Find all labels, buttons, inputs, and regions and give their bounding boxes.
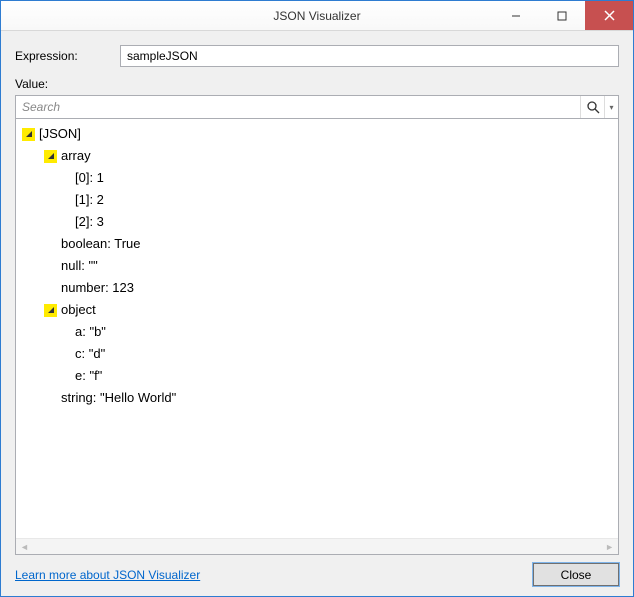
expander-icon[interactable] [44, 304, 57, 317]
expression-row: Expression: [15, 45, 619, 67]
content-area: Expression: Value: ▾ [JSON] array [ [1, 31, 633, 596]
scroll-left-icon: ◄ [20, 542, 29, 552]
tree-node-object[interactable]: object [22, 299, 612, 321]
minimize-button[interactable] [493, 1, 539, 30]
search-input[interactable] [16, 96, 580, 118]
expander-icon[interactable] [44, 150, 57, 163]
help-link[interactable]: Learn more about JSON Visualizer [15, 568, 200, 582]
value-label: Value: [15, 77, 619, 91]
tree-label: e: "f" [75, 365, 102, 387]
close-button[interactable]: Close [533, 563, 619, 586]
tree-label: array [61, 145, 91, 167]
tree-node-leaf[interactable]: string: "Hello World" [22, 387, 612, 409]
tree-label: null: "" [61, 255, 98, 277]
expander-icon[interactable] [22, 128, 35, 141]
tree-label: [0]: 1 [75, 167, 104, 189]
tree-label: number: 123 [61, 277, 134, 299]
json-visualizer-window: JSON Visualizer Expression: Value: ▾ [0, 0, 634, 597]
expression-input[interactable] [120, 45, 619, 67]
search-bar: ▾ [15, 95, 619, 119]
tree-node-leaf[interactable]: [0]: 1 [22, 167, 612, 189]
tree-node-leaf[interactable]: boolean: True [22, 233, 612, 255]
search-dropdown[interactable]: ▾ [604, 96, 618, 118]
maximize-button[interactable] [539, 1, 585, 30]
tree-node-leaf[interactable]: [2]: 3 [22, 211, 612, 233]
tree-node-array[interactable]: array [22, 145, 612, 167]
tree-label: [1]: 2 [75, 189, 104, 211]
search-button[interactable] [580, 96, 604, 118]
footer: Learn more about JSON Visualizer Close [15, 555, 619, 586]
titlebar: JSON Visualizer [1, 1, 633, 31]
tree-node-leaf[interactable]: e: "f" [22, 365, 612, 387]
tree-label: [2]: 3 [75, 211, 104, 233]
close-window-button[interactable] [585, 1, 633, 30]
horizontal-scrollbar[interactable]: ◄ ► [16, 538, 618, 554]
tree-label: object [61, 299, 96, 321]
tree-label: boolean: True [61, 233, 141, 255]
tree-node-root[interactable]: [JSON] [22, 123, 612, 145]
tree-node-leaf[interactable]: number: 123 [22, 277, 612, 299]
window-controls [493, 1, 633, 30]
tree-label: a: "b" [75, 321, 106, 343]
expression-label: Expression: [15, 49, 120, 63]
tree-node-leaf[interactable]: [1]: 2 [22, 189, 612, 211]
tree-node-leaf[interactable]: c: "d" [22, 343, 612, 365]
scroll-right-icon: ► [605, 542, 614, 552]
tree-panel: [JSON] array [0]: 1 [1]: 2 [2]: 3 boolea… [15, 119, 619, 555]
search-icon [586, 100, 600, 114]
tree-label: [JSON] [39, 123, 81, 145]
tree-label: c: "d" [75, 343, 105, 365]
tree-node-leaf[interactable]: null: "" [22, 255, 612, 277]
tree-label: string: "Hello World" [61, 387, 176, 409]
tree-node-leaf[interactable]: a: "b" [22, 321, 612, 343]
tree-body[interactable]: [JSON] array [0]: 1 [1]: 2 [2]: 3 boolea… [16, 119, 618, 538]
